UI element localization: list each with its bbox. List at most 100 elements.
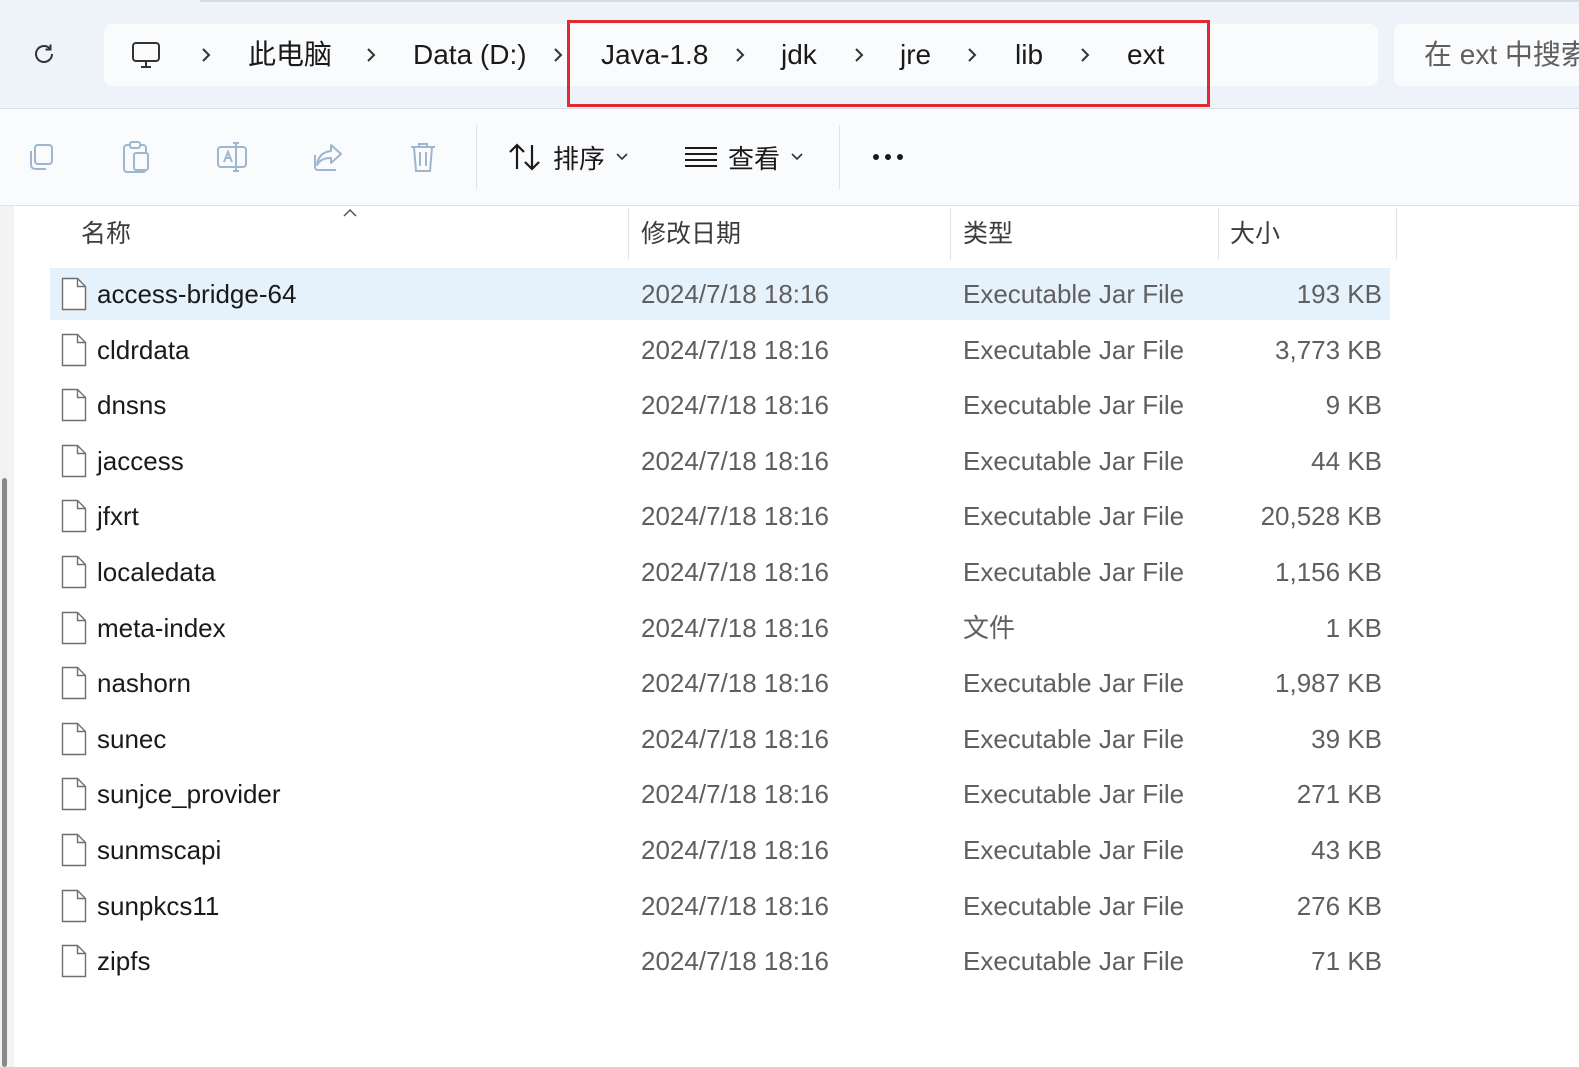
file-type: Executable Jar File [963, 390, 1185, 421]
file-icon [61, 444, 87, 477]
chevron-down-icon [616, 153, 628, 161]
file-row[interactable]: sunjce_provider 2024/7/18 18:16 Executable… [50, 768, 1390, 820]
chevron-right-icon[interactable] [548, 44, 568, 66]
file-date-modified: 2024/7/18 18:16 [641, 501, 829, 532]
file-name: nashorn [97, 668, 191, 699]
scrollbar-thumb[interactable] [2, 478, 7, 1067]
file-icon [61, 722, 87, 755]
file-type: Executable Jar File [963, 890, 1185, 921]
this-pc-icon[interactable] [130, 39, 162, 71]
column-name[interactable]: 名称 [81, 206, 131, 262]
file-type: 文件 [963, 612, 1016, 643]
rename-button[interactable] [210, 135, 254, 179]
file-size: 3,773 KB [1275, 334, 1382, 365]
view-button[interactable]: 查看 [684, 133, 804, 181]
file-date-modified: 2024/7/18 18:16 [641, 390, 829, 421]
copy-icon [30, 144, 53, 170]
sort-button[interactable]: 排序 [507, 133, 629, 181]
file-date-modified: 2024/7/18 18:16 [641, 946, 829, 977]
file-size: 71 KB [1311, 946, 1382, 977]
file-row[interactable]: nashorn 2024/7/18 18:16 Executable Jar Fil… [50, 657, 1390, 709]
dot [897, 154, 903, 160]
file-name: access-bridge-64 [97, 279, 297, 309]
sort-label: 排序 [553, 143, 606, 174]
file-name: sunjce_provider [97, 779, 281, 810]
file-row[interactable]: sunmscapi 2024/7/18 18:16 Executable Jar F… [50, 824, 1390, 876]
dot [873, 154, 879, 160]
crumb-this-pc[interactable]: 此电脑 [248, 24, 332, 86]
file-icon [61, 277, 87, 311]
file-size: 20,528 KB [1260, 501, 1382, 532]
search-box[interactable]: 在 ext 中搜索 [1394, 24, 1579, 86]
rename-icon [217, 142, 247, 172]
share-button[interactable] [306, 135, 350, 179]
file-date-modified: 2024/7/18 18:16 [641, 779, 829, 810]
delete-button[interactable] [401, 135, 445, 179]
file-size: 193 KB [1296, 279, 1382, 309]
column-type[interactable]: 类型 [963, 206, 1013, 262]
file-type: Executable Jar File [963, 779, 1185, 810]
file-icon [61, 333, 87, 366]
file-size: 1,987 KB [1275, 668, 1382, 699]
file-row[interactable]: jfxrt 2024/7/18 18:16 Executable Jar File 2… [50, 490, 1390, 542]
file-icon [61, 611, 87, 644]
file-row[interactable]: jaccess 2024/7/18 18:16 Executable Jar Fil… [50, 435, 1390, 487]
file-type: Executable Jar File [963, 668, 1185, 699]
more-options-button[interactable] [866, 135, 910, 179]
column-separator[interactable] [628, 208, 629, 260]
file-date-modified: 2024/7/18 18:16 [641, 279, 829, 309]
paste-button[interactable] [114, 135, 158, 179]
crumb-data-drive[interactable]: Data (D:) [413, 24, 527, 86]
file-icon [61, 555, 87, 589]
file-icon [61, 666, 87, 700]
file-name: localedata [97, 557, 216, 587]
toolbar-divider [839, 125, 840, 189]
file-icon [61, 500, 87, 533]
share-icon [314, 144, 342, 171]
file-name: sunmscapi [97, 835, 222, 865]
dot [885, 154, 891, 160]
search-placeholder: 在 ext 中搜索 [1424, 39, 1579, 70]
file-row[interactable]: meta-index 2024/7/18 18:16 文件 1 KB [50, 602, 1390, 654]
file-row[interactable]: sunpkcs11 2024/7/18 18:16 Executable Jar F… [50, 880, 1390, 932]
file-name: dnsns [97, 390, 167, 421]
file-date-modified: 2024/7/18 18:16 [641, 835, 829, 865]
copy-button[interactable] [19, 135, 63, 179]
paste-icon [123, 141, 149, 173]
file-name: meta-index [97, 612, 226, 643]
file-row[interactable]: sunec 2024/7/18 18:16 Executable Jar File 3… [50, 713, 1390, 765]
refresh-icon [35, 44, 53, 63]
chevron-down-icon [791, 153, 803, 161]
refresh-button[interactable] [22, 34, 66, 74]
file-size: 39 KB [1311, 723, 1382, 754]
column-separator[interactable] [1396, 208, 1397, 260]
file-size: 276 KB [1296, 890, 1382, 921]
file-row[interactable]: cldrdata 2024/7/18 18:16 Executable Jar Fi… [50, 324, 1390, 376]
path-highlight-annotation [567, 20, 1210, 107]
column-separator[interactable] [950, 208, 951, 260]
file-row[interactable]: zipfs 2024/7/18 18:16 Executable Jar File 7… [50, 935, 1390, 987]
file-size: 9 KB [1325, 390, 1382, 421]
file-type: Executable Jar File [963, 557, 1185, 587]
column-size[interactable]: 大小 [1230, 206, 1280, 262]
file-size: 43 KB [1311, 835, 1382, 865]
file-row[interactable]: access-bridge-64 2024/7/18 18:16 Executabl… [50, 268, 1390, 320]
sort-arrows-icon [509, 143, 540, 171]
chevron-right-icon[interactable] [361, 44, 381, 66]
file-type: Executable Jar File [963, 445, 1185, 476]
file-row[interactable]: localedata 2024/7/18 18:16 Executable Jar … [50, 546, 1390, 598]
file-name: jfxrt [97, 501, 139, 532]
column-headers: 名称 修改日期 类型 大小 [0, 206, 1579, 262]
chevron-right-icon[interactable] [196, 44, 216, 66]
file-type: Executable Jar File [963, 723, 1185, 754]
file-date-modified: 2024/7/18 18:16 [641, 557, 829, 587]
column-separator[interactable] [1218, 208, 1219, 260]
sort-ascending-icon [343, 208, 357, 217]
toolbar-divider [476, 125, 477, 189]
column-date-modified[interactable]: 修改日期 [641, 206, 741, 262]
file-row[interactable]: dnsns 2024/7/18 18:16 Executable Jar File 9… [50, 379, 1390, 431]
file-name: cldrdata [97, 334, 190, 365]
view-label: 查看 [728, 143, 781, 174]
file-size: 1,156 KB [1275, 557, 1382, 587]
file-type: Executable Jar File [963, 946, 1185, 977]
